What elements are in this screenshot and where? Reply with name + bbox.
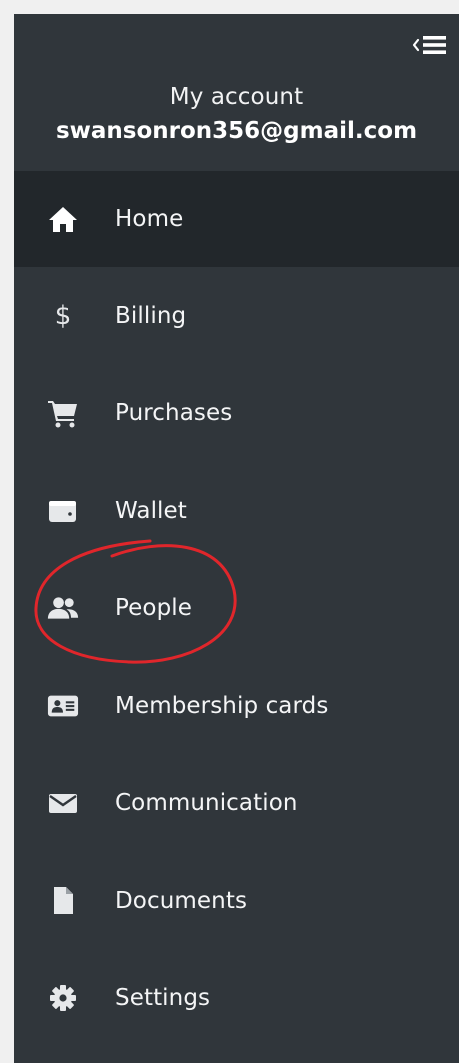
sidebar-item-label: People xyxy=(115,595,193,622)
sidebar-item-label: Communication xyxy=(115,790,298,817)
sidebar-item-label: Billing xyxy=(115,302,187,329)
sidebar-item-home[interactable]: Home xyxy=(14,171,459,267)
sidebar-item-label: Wallet xyxy=(115,497,187,524)
account-sidebar: My account swansonron356@gmail.com Home … xyxy=(14,14,459,1063)
sidebar-item-membership-cards[interactable]: Membership cards xyxy=(14,657,459,755)
dollar-icon: $ xyxy=(47,300,79,332)
collapse-menu-icon xyxy=(412,36,446,54)
page: My account swansonron356@gmail.com Home … xyxy=(0,0,459,1063)
collapse-sidebar-button[interactable] xyxy=(407,32,449,58)
sidebar-item-documents[interactable]: Documents xyxy=(14,852,459,950)
sidebar-item-label: Settings xyxy=(115,985,211,1012)
sidebar-item-label: Home xyxy=(115,206,184,232)
sidebar-item-label: Documents xyxy=(115,887,248,914)
document-icon xyxy=(47,885,79,917)
envelope-icon xyxy=(47,787,79,819)
sidebar-item-settings[interactable]: Settings xyxy=(14,950,459,1048)
sidebar-nav: Home $ Billing Purchases Wallet People M… xyxy=(14,171,459,1047)
sidebar-item-billing[interactable]: $ Billing xyxy=(14,267,459,365)
sidebar-item-people[interactable]: People xyxy=(14,560,459,658)
dollar-glyph: $ xyxy=(54,300,72,331)
people-icon xyxy=(47,592,79,624)
account-title: My account xyxy=(169,84,304,110)
gear-icon xyxy=(47,982,79,1014)
id-card-icon xyxy=(47,690,79,722)
wallet-icon xyxy=(47,495,79,527)
home-icon xyxy=(47,203,79,235)
cart-icon xyxy=(47,397,79,429)
sidebar-item-purchases[interactable]: Purchases xyxy=(14,365,459,463)
sidebar-item-wallet[interactable]: Wallet xyxy=(14,462,459,560)
sidebar-item-label: Purchases xyxy=(115,400,233,427)
account-email: swansonron356@gmail.com xyxy=(55,118,418,144)
sidebar-item-label: Membership cards xyxy=(115,692,329,719)
sidebar-item-communication[interactable]: Communication xyxy=(14,755,459,853)
account-header: My account swansonron356@gmail.com xyxy=(14,82,459,148)
